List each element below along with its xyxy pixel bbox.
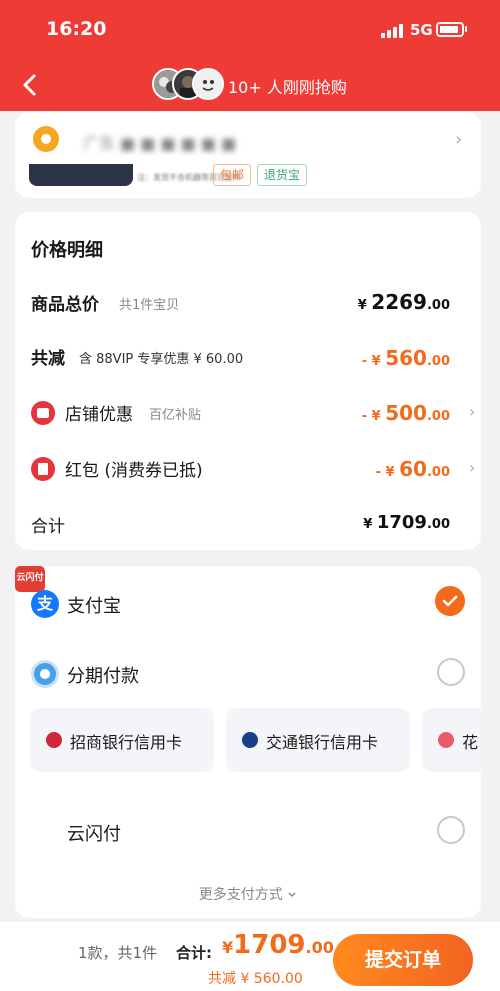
chevron-right-icon: › xyxy=(455,129,463,150)
battery-icon xyxy=(436,22,464,37)
huabei-chip[interactable]: 花 xyxy=(422,708,481,772)
cmb-credit-card-chip[interactable]: 招商银行信用卡 xyxy=(30,708,214,772)
huabei-icon xyxy=(438,732,454,748)
address-text: 广东 ■ ■ ■ ■ ■ ■ xyxy=(83,134,237,153)
cmb-credit-card-label: 招商银行信用卡 xyxy=(70,733,183,752)
payment-card: 支 支付宝 分期付款 招商银行信用卡 交通银行信用卡 花 云闪付 云闪付 更多支… xyxy=(15,566,481,918)
alipay-option[interactable]: 支付宝 xyxy=(67,592,121,618)
unionpay-icon: 云闪付 xyxy=(15,566,45,592)
store-discount-sub: 百亿补贴 xyxy=(149,408,202,423)
total-discount-amount: - ¥ 560.00 xyxy=(361,346,450,370)
network-label: 5G xyxy=(410,21,433,39)
address-card[interactable]: 广东 ■ ■ ■ ■ ■ ■ › 注：发货不含机器等其它配件 包邮 退货宝 xyxy=(15,112,481,198)
store-discount-amount[interactable]: - ¥ 500.00 xyxy=(362,401,450,425)
store-icon xyxy=(31,401,55,425)
status-time: 16:20 xyxy=(46,18,107,40)
unionpay-option[interactable]: 云闪付 xyxy=(67,820,121,846)
location-icon xyxy=(33,126,59,152)
total-discount-label: 共减 xyxy=(31,349,65,369)
store-discount-label[interactable]: 店铺优惠 xyxy=(65,400,133,425)
header-title: 10+ 人刚刚抢购 xyxy=(228,78,347,97)
avatar xyxy=(192,68,224,100)
bottom-total-amount: ¥1709.00 xyxy=(222,930,334,960)
chevron-right-icon[interactable]: › xyxy=(469,458,475,477)
bottom-discount: 共减 ¥ 560.00 xyxy=(208,971,303,987)
alipay-radio-selected[interactable] xyxy=(435,586,465,616)
subtotal-amount: ¥ 1709.00 xyxy=(363,512,450,533)
red-packet-amount[interactable]: - ¥ 60.00 xyxy=(376,457,450,481)
bottom-total-label: 合计: xyxy=(176,944,212,962)
back-arrow-icon[interactable] xyxy=(20,72,40,98)
chevron-right-icon[interactable]: › xyxy=(469,402,475,421)
installment-icon xyxy=(31,660,59,688)
item-count: 1款，共1件 xyxy=(78,944,158,962)
unionpay-radio[interactable] xyxy=(437,816,465,844)
bocom-bank-icon xyxy=(242,732,258,748)
huabei-label: 花 xyxy=(462,733,479,752)
return-insurance-tag: 退货宝 xyxy=(257,164,308,186)
subtotal-label: 合计 xyxy=(31,517,65,537)
signal-icon xyxy=(381,24,405,38)
top-bar: 16:20 5G 10+ 人刚刚抢购 xyxy=(0,0,500,111)
vip-discount-note: 含 88VIP 专享优惠 ¥ 60.00 xyxy=(79,352,244,367)
submit-order-button[interactable]: 提交订单 xyxy=(333,934,473,986)
goods-total-sub: 共1件宝贝 xyxy=(119,298,180,313)
free-shipping-tag: 包邮 xyxy=(213,164,252,186)
installment-option[interactable]: 分期付款 xyxy=(67,662,139,688)
goods-total-amount: ¥ 2269.00 xyxy=(357,290,450,314)
price-detail-title: 价格明细 xyxy=(31,240,103,261)
more-payment-methods[interactable]: 更多支付方式 xyxy=(15,884,481,904)
price-detail-card: 价格明细 商品总价 共1件宝贝 ¥ 2269.00 共减 含 88VIP 专享优… xyxy=(15,212,481,550)
check-icon xyxy=(442,595,458,607)
red-packet-icon xyxy=(31,457,55,481)
product-thumbnail xyxy=(29,164,133,186)
bocom-credit-card-chip[interactable]: 交通银行信用卡 xyxy=(226,708,410,772)
installment-radio[interactable] xyxy=(437,658,465,686)
chevron-down-icon xyxy=(288,892,296,898)
cmb-bank-icon xyxy=(46,732,62,748)
alipay-icon: 支 xyxy=(31,590,59,618)
bottom-bar: 1款，共1件 合计: ¥1709.00 共减 ¥ 560.00 提交订单 xyxy=(0,922,500,991)
red-packet-label[interactable]: 红包 (消费券已抵) xyxy=(65,456,203,481)
bocom-credit-card-label: 交通银行信用卡 xyxy=(266,733,379,752)
goods-total-label: 商品总价 xyxy=(31,295,99,315)
